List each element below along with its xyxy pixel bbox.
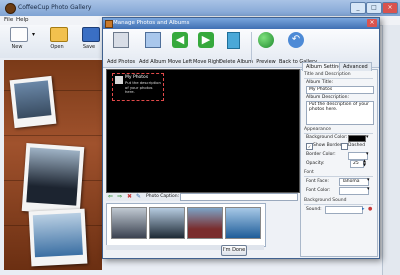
- font-color-swatch[interactable]: [339, 187, 369, 195]
- back-arrow-icon: ↶: [288, 32, 304, 48]
- photo-thumbnail[interactable]: [225, 207, 261, 239]
- caption-move-right-icon[interactable]: ⇒: [117, 194, 123, 200]
- font-face-label: Font Face:: [306, 179, 329, 184]
- save-disk-icon: [82, 27, 100, 42]
- move-right-label: Move Right: [193, 59, 222, 65]
- add-photos-label: Add Photos: [107, 59, 136, 65]
- title-description-heading: Title and Description: [304, 72, 351, 77]
- photo-thumbnail-strip: [106, 203, 266, 247]
- opacity-label: Opacity:: [306, 161, 325, 166]
- photo-image: [32, 212, 83, 258]
- caption-edit-icon[interactable]: ✎: [136, 194, 142, 200]
- sound-browse-icon[interactable]: ▸: [362, 206, 365, 212]
- dialog-titlebar: Manage Photos and Albums ×: [103, 18, 379, 29]
- photo-thumbnail[interactable]: [111, 207, 147, 239]
- font-color-dropdown-icon[interactable]: ▾: [367, 186, 370, 192]
- dashed-checkbox[interactable]: [341, 143, 348, 150]
- background-color-swatch[interactable]: [348, 135, 366, 142]
- photo-thumbnail[interactable]: [149, 207, 185, 239]
- new-label: New: [11, 44, 23, 50]
- arrow-right-icon: ▶: [198, 32, 214, 48]
- background-sound-heading: Background Sound: [304, 198, 347, 203]
- add-photos-icon: [113, 32, 129, 48]
- divider: [304, 78, 373, 79]
- album-description-label: Album Description:: [306, 95, 349, 100]
- border-color-dropdown-icon[interactable]: ▾: [366, 151, 369, 157]
- menu-file[interactable]: File: [4, 17, 13, 23]
- delete-album-label: Delete Album: [219, 59, 254, 65]
- border-color-label: Border Color:: [306, 152, 336, 157]
- photo-image: [26, 147, 81, 206]
- arrow-left-icon: ◀: [172, 32, 188, 48]
- trash-icon: [227, 32, 240, 49]
- main-titlebar: CoffeeCup Photo Gallery _ □ ×: [0, 0, 400, 16]
- divider: [304, 176, 373, 177]
- dialog-app-icon: [105, 20, 113, 28]
- preview-label: Preview: [256, 59, 276, 65]
- sound-remove-icon[interactable]: ●: [368, 206, 372, 212]
- minimize-button[interactable]: _: [350, 2, 366, 14]
- photo-thumbnail[interactable]: [187, 207, 223, 239]
- opacity-input[interactable]: 25: [350, 160, 364, 168]
- divider: [304, 133, 373, 134]
- bg-color-dropdown-icon[interactable]: ▾: [366, 134, 369, 140]
- dialog-close-button[interactable]: ×: [367, 19, 377, 27]
- gallery-photo[interactable]: [9, 75, 57, 129]
- background-color-label: Background Color:: [306, 135, 348, 140]
- close-button[interactable]: ×: [382, 2, 398, 14]
- dialog-title: Manage Photos and Albums: [113, 20, 190, 26]
- photo-caption-label: Photo Caption:: [146, 194, 180, 199]
- wood-grain: [4, 135, 102, 136]
- font-heading: Font: [304, 170, 314, 175]
- new-document-icon: [10, 27, 28, 42]
- sound-input[interactable]: [325, 206, 363, 214]
- photo-image: [14, 80, 52, 119]
- selected-album-tile[interactable]: My Photos Put the description of your ph…: [112, 73, 164, 101]
- right-side-panel: [382, 25, 400, 275]
- album-thumbnail: [115, 76, 123, 84]
- main-toolbar: New ▾ Open Save: [0, 25, 110, 58]
- opacity-spinner-icon[interactable]: ▲ ▼: [363, 159, 366, 167]
- gallery-photo[interactable]: [28, 208, 88, 267]
- add-album-label: Add Album: [139, 59, 167, 65]
- menu-help[interactable]: Help: [16, 17, 29, 23]
- new-dropdown-icon[interactable]: ▾: [32, 31, 35, 38]
- divider: [304, 204, 373, 205]
- show-border-checkbox[interactable]: ✓: [306, 143, 313, 150]
- window-title: CoffeeCup Photo Gallery: [18, 4, 92, 11]
- globe-preview-icon: [258, 32, 274, 48]
- im-done-button[interactable]: I'm Done: [221, 245, 247, 256]
- sound-label: Sound:: [306, 207, 322, 212]
- toolbar-separator: [251, 32, 252, 62]
- open-label: Open: [50, 44, 64, 50]
- appearance-heading: Appearance: [304, 127, 332, 132]
- move-left-label: Move Left: [167, 59, 193, 65]
- gallery-canvas[interactable]: [4, 60, 102, 270]
- caption-delete-icon[interactable]: ✖: [127, 194, 133, 200]
- add-album-icon: [145, 32, 161, 48]
- photo-caption-input[interactable]: [180, 193, 298, 201]
- caption-toolbar: ⇐ ⇒ ✖ ✎ Photo Caption:: [106, 193, 298, 201]
- show-border-label: Show Border: [313, 143, 342, 148]
- album-preview-area[interactable]: My Photos Put the description of your ph…: [106, 69, 300, 193]
- album-description-textarea[interactable]: Put the description of your photos here.: [306, 101, 374, 125]
- font-face-select[interactable]: Tahoma: [339, 178, 369, 186]
- album-tile-description: Put the description of your photos here.: [125, 80, 161, 94]
- caption-move-left-icon[interactable]: ⇐: [108, 194, 114, 200]
- manage-photos-dialog: Manage Photos and Albums × Add Photos Ad…: [102, 17, 380, 259]
- save-label: Save: [82, 44, 96, 50]
- font-face-dropdown-icon[interactable]: ▾: [367, 177, 370, 183]
- tab-advanced[interactable]: Advanced: [339, 62, 372, 71]
- dashed-label: Dashed: [348, 143, 366, 148]
- coffee-cup-app-icon: [5, 3, 16, 14]
- album-title-input[interactable]: My Photos: [306, 86, 374, 94]
- gallery-photo[interactable]: [21, 143, 85, 215]
- open-folder-icon: [50, 27, 68, 42]
- album-settings-panel: Album Settings Advanced Title and Descri…: [300, 62, 378, 257]
- maximize-button[interactable]: □: [366, 2, 382, 14]
- album-title-label: Album Title:: [306, 80, 334, 85]
- font-color-label: Font Color:: [306, 188, 331, 193]
